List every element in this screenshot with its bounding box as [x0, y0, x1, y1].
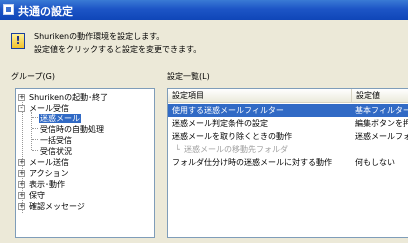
tree-item-auto-process[interactable]: 受信時の自動処理: [40, 124, 104, 135]
tree-item-junk-mail[interactable]: 迷惑メール: [39, 113, 81, 124]
setting-name: 使用する迷惑メールフィルター: [172, 106, 284, 115]
tree-item-label: 確認メッセージ: [29, 202, 85, 211]
collapse-icon[interactable]: -: [18, 105, 25, 112]
settings-list[interactable]: 設定項目 設定値 使用する迷惑メールフィルター 基本フィルター 迷惑メール判定条…: [167, 88, 408, 238]
tree-item-label: 一括受信: [40, 136, 72, 145]
list-row[interactable]: 迷惑メール判定条件の設定 編集ボタンを押: [168, 117, 408, 130]
info-icon: !: [11, 33, 25, 49]
list-row[interactable]: 迷惑メールを取り除くときの動作 迷惑メールフォ: [168, 130, 408, 143]
child-connector-icon: └: [175, 145, 180, 154]
tree-item-label: 受信時の自動処理: [40, 125, 104, 134]
column-header-value[interactable]: 設定値: [352, 89, 408, 103]
tree-item-label: Shurikenの起動･終了: [29, 93, 109, 102]
list-row[interactable]: フォルダ仕分け時の迷惑メールに対する動作 何もしない: [168, 156, 408, 169]
tree-item-label: 表示･動作: [29, 180, 65, 189]
expand-icon[interactable]: +: [18, 170, 25, 177]
group-label: グループ(G): [11, 72, 55, 81]
expand-icon[interactable]: +: [18, 203, 25, 210]
setting-value[interactable]: 何もしない: [355, 156, 395, 169]
tree-item-label: 受信状況: [40, 147, 72, 156]
tree-item-batch-receive[interactable]: 一括受信: [40, 135, 72, 146]
expand-icon[interactable]: +: [18, 181, 25, 188]
setting-value[interactable]: 編集ボタンを押: [355, 117, 408, 130]
tree-item-label: メール送信: [29, 158, 69, 167]
column-header-item[interactable]: 設定項目: [168, 89, 352, 103]
tree-item-label: アクション: [29, 169, 69, 178]
setting-value[interactable]: 迷惑メールフォ: [355, 130, 408, 143]
info-text-line2: 設定値をクリックすると設定を変更できます。: [34, 45, 202, 54]
list-row: └ 迷惑メールの移動先フォルダ: [168, 143, 408, 156]
title-bar: 共通の設定: [0, 0, 408, 20]
group-tree[interactable]: + Shurikenの起動･終了 - メール受信 迷惑メール 受信時の自動処理 …: [15, 88, 155, 238]
expand-icon[interactable]: +: [18, 94, 25, 101]
settings-list-label: 設定一覧(L): [167, 72, 210, 81]
window-title: 共通の設定: [18, 5, 73, 18]
info-text-line1: Shurikenの動作環境を設定します。: [34, 32, 165, 41]
setting-name: 迷惑メールの移動先フォルダ: [184, 145, 288, 154]
window-icon: [3, 4, 14, 15]
tree-item-label: 保守: [29, 191, 45, 200]
list-row[interactable]: 使用する迷惑メールフィルター 基本フィルター: [168, 104, 408, 117]
expand-icon[interactable]: +: [18, 192, 25, 199]
tree-item-label: 迷惑メール: [39, 114, 81, 123]
setting-name: 迷惑メール判定条件の設定: [172, 119, 268, 128]
setting-name: 迷惑メールを取り除くときの動作: [172, 132, 292, 141]
setting-value[interactable]: 基本フィルター: [355, 104, 408, 117]
setting-name: フォルダ仕分け時の迷惑メールに対する動作: [172, 158, 332, 167]
expand-icon[interactable]: +: [18, 159, 25, 166]
tree-item-receive-status[interactable]: 受信状況: [40, 146, 72, 157]
